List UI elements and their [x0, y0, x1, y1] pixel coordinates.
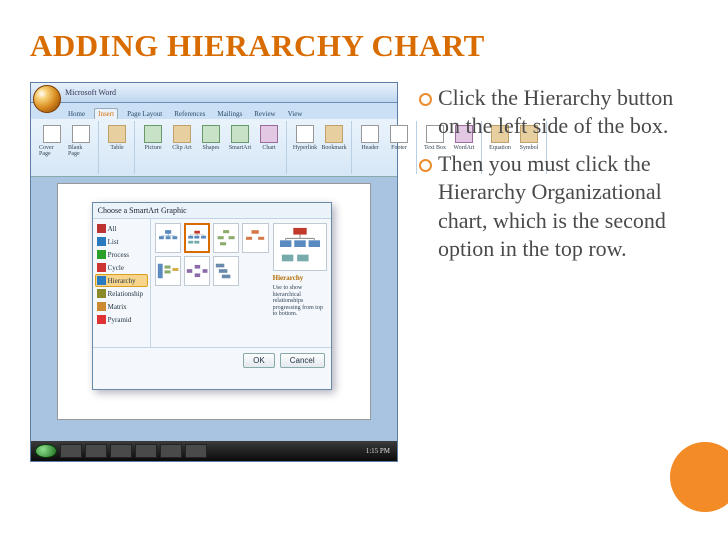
- tab-mailings[interactable]: Mailings: [214, 109, 245, 119]
- tab-view[interactable]: View: [285, 109, 306, 119]
- preview-description: Use to show hierarchical relationships p…: [273, 285, 327, 318]
- thumb-1[interactable]: [184, 223, 210, 253]
- ribbon-blankpage[interactable]: Blank Page: [68, 123, 94, 172]
- app-title: Microsoft Word: [65, 88, 116, 97]
- thumb-5[interactable]: [184, 256, 210, 286]
- office-button[interactable]: [33, 85, 61, 113]
- category-matrix[interactable]: Matrix: [95, 300, 148, 313]
- ok-button[interactable]: OK: [243, 353, 275, 368]
- dialog-preview: Hierarchy Use to show hierarchical relat…: [273, 223, 327, 343]
- taskbar-item[interactable]: [110, 444, 132, 458]
- ribbon-clipart[interactable]: Clip Art: [169, 123, 195, 172]
- dialog-thumbnail-grid: [155, 223, 269, 343]
- category-process[interactable]: Process: [95, 248, 148, 261]
- slide-title: Adding Hierarchy Chart: [30, 28, 698, 64]
- preview-title: Hierarchy: [273, 274, 327, 282]
- category-hierarchy[interactable]: Hierarchy: [95, 274, 148, 287]
- ribbon-footer[interactable]: Footer: [386, 123, 412, 172]
- window-titlebar: Microsoft Word: [31, 83, 397, 103]
- word-screenshot: Microsoft Word Home Insert Page Layout R…: [30, 82, 398, 462]
- category-cycle[interactable]: Cycle: [95, 261, 148, 274]
- tab-pagelayout[interactable]: Page Layout: [124, 109, 165, 119]
- bullet-1: Click the Hierarchy button on the left s…: [416, 84, 698, 140]
- thumb-2[interactable]: [213, 223, 239, 253]
- taskbar-item[interactable]: [185, 444, 207, 458]
- clock: 1:15 PM: [366, 447, 393, 455]
- ribbon-bookmark[interactable]: Bookmark: [321, 123, 347, 172]
- ribbon-hyperlink[interactable]: Hyperlink: [292, 123, 318, 172]
- category-list[interactable]: List: [95, 235, 148, 248]
- ribbon-shapes[interactable]: Shapes: [198, 123, 224, 172]
- thumb-4[interactable]: [155, 256, 181, 286]
- tab-references[interactable]: References: [171, 109, 208, 119]
- dialog-footer: OK Cancel: [93, 347, 331, 373]
- tab-review[interactable]: Review: [251, 109, 278, 119]
- tab-insert[interactable]: Insert: [94, 108, 118, 119]
- ribbon-chart[interactable]: Chart: [256, 123, 282, 172]
- dialog-category-list: All List Process Cycle Hierarchy Relatio…: [93, 219, 151, 347]
- preview-image: [273, 223, 327, 271]
- thumb-6[interactable]: [213, 256, 239, 286]
- decorative-circle: [670, 442, 728, 512]
- slide-content: Microsoft Word Home Insert Page Layout R…: [30, 82, 698, 462]
- thumb-3[interactable]: [242, 223, 268, 253]
- taskbar-item[interactable]: [60, 444, 82, 458]
- taskbar-item[interactable]: [135, 444, 157, 458]
- bullet-2: Then you must click the Hierarchy Organi…: [416, 150, 698, 263]
- dialog-title: Choose a SmartArt Graphic: [93, 203, 331, 219]
- start-button[interactable]: [35, 444, 57, 458]
- slide: Adding Hierarchy Chart Microsoft Word Ho…: [0, 0, 728, 546]
- ribbon-coverpage[interactable]: Cover Page: [39, 123, 65, 172]
- document-page: Choose a SmartArt Graphic All List Proce…: [57, 183, 372, 420]
- taskbar-item[interactable]: [85, 444, 107, 458]
- category-relationship[interactable]: Relationship: [95, 287, 148, 300]
- ribbon-tabs: Home Insert Page Layout References Maili…: [31, 103, 397, 119]
- category-all[interactable]: All: [95, 222, 148, 235]
- ribbon-table[interactable]: Table: [104, 123, 130, 172]
- taskbar-item[interactable]: [160, 444, 182, 458]
- taskbar: 1:15 PM: [31, 441, 397, 461]
- tab-home[interactable]: Home: [65, 109, 88, 119]
- ribbon: Cover Page Blank Page Table Picture Clip…: [31, 119, 397, 177]
- ribbon-smartart[interactable]: SmartArt: [227, 123, 253, 172]
- bullet-list: Click the Hierarchy button on the left s…: [416, 82, 698, 462]
- ribbon-picture[interactable]: Picture: [140, 123, 166, 172]
- cancel-button[interactable]: Cancel: [280, 353, 325, 368]
- ribbon-header[interactable]: Header: [357, 123, 383, 172]
- document-area: Choose a SmartArt Graphic All List Proce…: [31, 177, 397, 441]
- smartart-dialog: Choose a SmartArt Graphic All List Proce…: [92, 202, 332, 390]
- thumb-0[interactable]: [155, 223, 181, 253]
- category-pyramid[interactable]: Pyramid: [95, 313, 148, 326]
